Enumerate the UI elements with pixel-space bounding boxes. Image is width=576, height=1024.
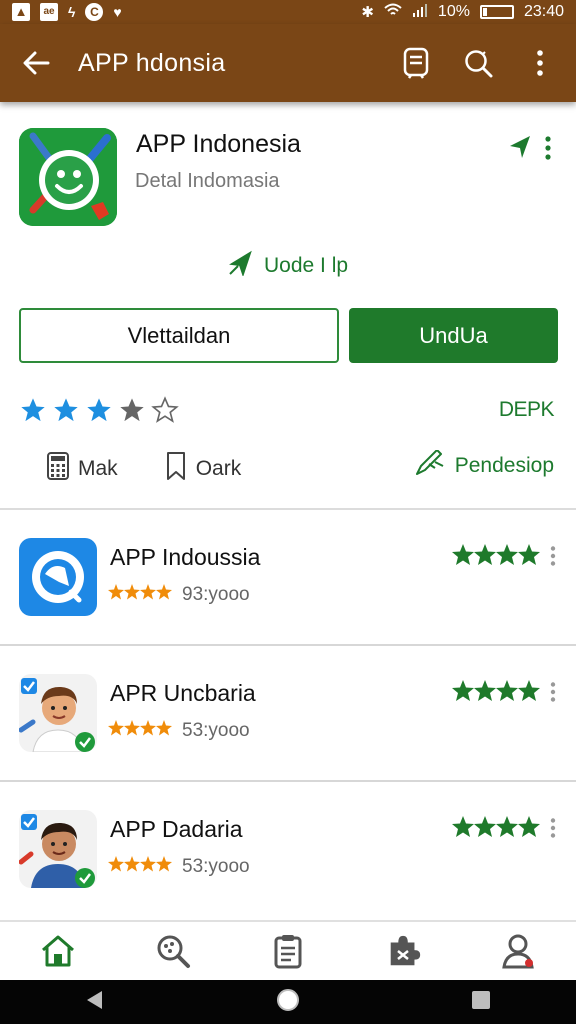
calculator-icon [46, 451, 70, 487]
system-navigation [0, 980, 576, 1024]
star-icon [85, 396, 113, 429]
ae-icon: ae [40, 3, 58, 21]
install-button[interactable]: UndUa [349, 308, 558, 363]
list-item[interactable]: APR Uncbaria 53:yooo [0, 646, 576, 782]
download-count: 53:yooo [182, 720, 250, 741]
more-vert-icon[interactable] [522, 45, 558, 81]
more-vert-icon[interactable] [544, 136, 552, 165]
rating-stars-green [452, 816, 540, 838]
bluetooth-icon: ✱ [361, 4, 374, 21]
c-icon: C [85, 3, 104, 21]
toolbar-actions [398, 45, 558, 81]
app-name: APP Dadaria [110, 816, 243, 842]
recents-square-icon[interactable] [470, 989, 492, 1016]
bolt-icon: ϟ [68, 4, 76, 20]
back-arrow-icon[interactable] [18, 45, 54, 81]
wifi-icon [384, 3, 402, 22]
related-apps-list: APP Indoussia 93:yooo APR Uncbaria 53:yo… [0, 510, 576, 918]
app-meta: 53:yooo [108, 720, 250, 742]
app-icon [19, 538, 97, 616]
a-icon: ▲ [12, 3, 30, 21]
meta-row: Mak Oark [46, 450, 287, 488]
avatar-icon [19, 674, 97, 752]
app-toolbar: APP hdonsia [0, 24, 576, 102]
status-left: ▲ ae ϟ C ♥ [12, 3, 122, 21]
meta-label: Mak [78, 457, 118, 480]
pin-icon[interactable] [508, 134, 534, 165]
signal-icon [412, 3, 428, 22]
list-item[interactable]: APP Indoussia 93:yooo [0, 510, 576, 646]
meta-label: Oark [195, 457, 242, 480]
meta-item-oark[interactable]: Oark [164, 450, 242, 488]
app-name: APP Indonesia [136, 130, 301, 158]
avatar-icon [19, 810, 97, 888]
battery-percent: 10% [437, 3, 470, 20]
clipboard-icon[interactable] [266, 929, 310, 973]
app-rating-stars [19, 396, 179, 429]
search-icon[interactable] [460, 45, 496, 81]
app-name: APP Indoussia [110, 544, 261, 570]
home-circle-icon[interactable] [275, 987, 301, 1018]
toolbar-title: APP hdonsia [78, 48, 226, 77]
badge-text: DEPK [498, 398, 555, 421]
bookmark-icon [164, 450, 188, 488]
document-icon[interactable] [398, 45, 434, 81]
more-vert-icon[interactable] [550, 818, 556, 843]
pen-icon [415, 449, 445, 482]
status-bar: ▲ ae ϟ C ♥ ✱ 10% 23:40 [0, 0, 576, 24]
rating-stars-orange [108, 584, 172, 606]
rating-stars-orange [108, 720, 172, 742]
update-label: Uode I lp [264, 254, 349, 277]
heart-icon: ♥ [113, 4, 122, 20]
pendesiop-link[interactable]: Pendesiop [415, 449, 554, 482]
more-vert-icon[interactable] [550, 546, 556, 571]
star-icon [19, 396, 47, 429]
home-icon[interactable] [36, 929, 80, 973]
rating-stars-green [452, 680, 540, 702]
app-detail-card: APP Indonesia Detal Indomasia Uode I lp … [0, 102, 576, 510]
back-triangle-icon[interactable] [84, 989, 106, 1016]
bottom-navigation [0, 920, 576, 980]
app-icon [19, 128, 117, 226]
status-right: ✱ 10% 23:40 [361, 3, 564, 22]
clock: 23:40 [523, 3, 564, 20]
star-outline-icon [151, 396, 179, 429]
star-icon [118, 396, 146, 429]
pin-icon [228, 250, 254, 282]
download-count: 53:yooo [182, 856, 250, 877]
rating-stars-orange [108, 856, 172, 878]
meta-item-mak[interactable]: Mak [46, 451, 118, 487]
app-name: APR Uncbaria [110, 680, 256, 706]
rating-stars-green [452, 544, 540, 566]
app-developer[interactable]: Detal Indomasia [135, 170, 280, 193]
more-vert-icon[interactable] [550, 682, 556, 707]
download-count: 93:yooo [182, 584, 250, 605]
battery-icon [479, 5, 514, 19]
star-icon [52, 396, 80, 429]
details-button[interactable]: Vlettaildan [19, 308, 339, 363]
list-item[interactable]: APP Dadaria 53:yooo [0, 782, 576, 918]
update-link[interactable]: Uode I lp [228, 250, 348, 282]
profile-icon[interactable] [496, 929, 540, 973]
puzzle-icon[interactable] [381, 929, 425, 973]
app-meta: 93:yooo [108, 584, 250, 606]
pend-label: Pendesiop [454, 454, 554, 477]
search-icon[interactable] [151, 929, 195, 973]
app-meta: 53:yooo [108, 856, 250, 878]
